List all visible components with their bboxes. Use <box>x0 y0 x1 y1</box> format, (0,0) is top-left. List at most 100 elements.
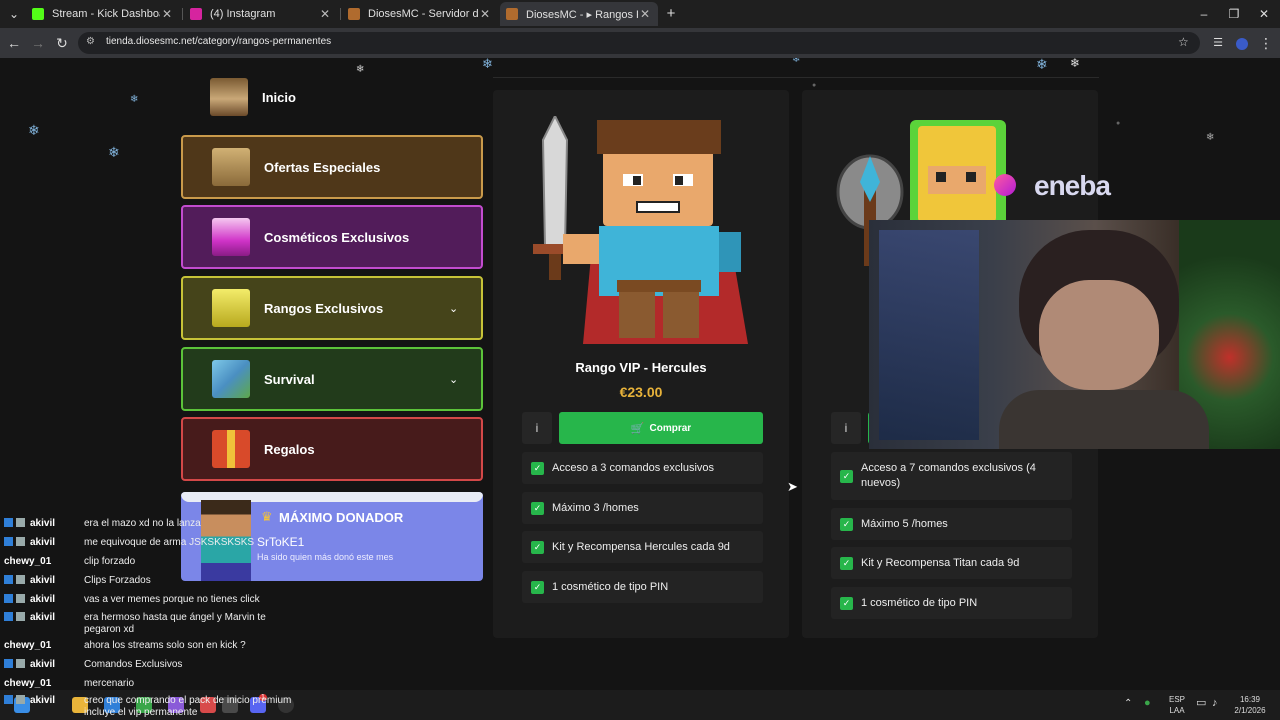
badge-icon <box>4 594 13 603</box>
eneba-logo-icon <box>994 174 1016 196</box>
sidebar-item-label: Inicio <box>262 89 296 105</box>
bookmark-star-icon[interactable]: ☆ <box>1178 35 1189 49</box>
sidebar-item-regalos[interactable]: Regalos <box>181 417 483 481</box>
tab-instagram[interactable]: (4) Instagram ✕ <box>184 2 338 26</box>
checkbox-icon: ✓ <box>840 517 853 531</box>
sidebar-item-cosmeticos-exclusivos[interactable]: Cosméticos Exclusivos <box>181 205 483 269</box>
sidebar-item-inicio[interactable]: Inicio <box>181 70 483 124</box>
close-tab-icon[interactable]: ✕ <box>318 7 332 21</box>
reload-button[interactable]: ↻ <box>52 33 72 53</box>
close-window-button[interactable]: ✕ <box>1254 5 1274 23</box>
back-button[interactable]: ← <box>4 33 24 53</box>
sidebar-item-survival[interactable]: Survival ⌄ <box>181 347 483 411</box>
chat-message: akivil era el mazo xd no la lanza <box>4 518 304 530</box>
webcam-poster <box>879 230 979 440</box>
chevron-down-icon[interactable]: ⌄ <box>449 302 469 315</box>
sponsor-logo: eneba <box>994 168 1144 202</box>
snowflake-icon: ● <box>812 82 817 89</box>
minimize-button[interactable]: – <box>1194 5 1214 23</box>
snowflake-icon: ❄ <box>108 144 120 160</box>
info-button[interactable]: i <box>522 412 552 444</box>
chat-message: akivil vas a ver memes porque no tienes … <box>4 594 304 606</box>
restore-button[interactable]: ❐ <box>1224 5 1244 23</box>
tab-kick-dashboard[interactable]: Stream - Kick Dashboard ✕ <box>26 2 180 26</box>
diosesmc-icon <box>506 8 518 20</box>
chat-username: chewy_01 <box>4 556 52 567</box>
chat-message: chewy_01 clip forzado <box>4 556 304 568</box>
sidebar-item-rangos-exclusivos[interactable]: Rangos Exclusivos ⌄ <box>181 276 483 340</box>
buy-button[interactable]: 🛒 Comprar <box>559 412 763 444</box>
checkbox-icon: ✓ <box>531 501 544 515</box>
close-tab-icon[interactable]: ✕ <box>478 7 492 21</box>
checkbox-icon: ✓ <box>531 540 544 554</box>
checkbox-icon: ✓ <box>531 580 544 594</box>
snowflake-icon: ❄ <box>130 94 139 105</box>
gift-icon <box>212 430 250 468</box>
microphone-icon[interactable]: ● <box>1144 698 1151 709</box>
checkbox-icon: ✓ <box>840 469 853 483</box>
webcam-person-body <box>999 390 1209 449</box>
forward-button[interactable]: → <box>28 33 48 53</box>
chat-text: clip forzado <box>84 556 136 567</box>
browser-tab-bar: ⌄ Stream - Kick Dashboard ✕ (4) Instagra… <box>0 0 1280 28</box>
product-card-hercules: Rango VIP - Hercules €23.00 i 🛒 Comprar … <box>493 90 789 638</box>
close-tab-icon[interactable]: ✕ <box>638 7 652 21</box>
checkbox-icon: ✓ <box>840 596 853 610</box>
feature-text: Acceso a 7 comandos exclusivos (4 nuevos… <box>861 462 1036 489</box>
url-field[interactable]: ⚙ tienda.diosesmc.net/category/rangos-pe… <box>78 32 1200 54</box>
chat-message: akivil Comandos Exclusivos <box>4 659 304 671</box>
tab-search-button[interactable]: ⌄ <box>4 5 24 23</box>
tab-rangos-permanentes[interactable]: DiosesMC - ▸ Rangos Permanen ✕ <box>500 2 658 26</box>
badge-icon <box>16 659 25 668</box>
chat-text: era hermoso hasta que ángel y Marvin te … <box>84 612 266 635</box>
sidebar-item-label: Rangos Exclusivos <box>264 300 384 316</box>
new-tab-button[interactable]: + <box>661 5 681 23</box>
tab-diosesmc-server[interactable]: DiosesMC - Servidor de Minecra ✕ <box>342 2 498 26</box>
badge-icon <box>4 695 13 704</box>
chat-username: akivil <box>30 575 56 586</box>
chevron-down-icon[interactable]: ⌄ <box>449 373 469 386</box>
webcam-overlay <box>869 220 1280 449</box>
snowflake-icon: ❄ <box>1206 132 1215 143</box>
chevron-up-icon[interactable]: ⌃ <box>1124 699 1132 709</box>
top-divider <box>493 58 1099 78</box>
chat-username: chewy_01 <box>4 678 52 689</box>
feature-item: ✓ Acceso a 7 comandos exclusivos (4 nuev… <box>831 452 1072 500</box>
chest-head-icon <box>210 78 248 116</box>
menu-button[interactable]: ⋮ <box>1256 33 1276 53</box>
site-info-icon[interactable]: ⚙ <box>86 36 95 47</box>
chat-text: vas a ver memes porque no tienes click <box>84 594 260 605</box>
profile-avatar[interactable] <box>1232 33 1252 53</box>
address-bar: ← → ↻ ⚙ tienda.diosesmc.net/category/ran… <box>0 28 1280 58</box>
chat-message: chewy_01 mercenario <box>4 678 304 690</box>
badge-icon <box>16 695 25 704</box>
close-tab-icon[interactable]: ✕ <box>160 7 174 21</box>
sidebar-item-label: Cosméticos Exclusivos <box>264 229 410 245</box>
clock-date[interactable]: 2/1/2026 <box>1232 706 1268 716</box>
feature-text: 1 cosmético de tipo PIN <box>552 580 669 593</box>
chat-message: akivil era hermoso hasta que ángel y Mar… <box>4 612 304 636</box>
clock-time[interactable]: 16:39 <box>1232 695 1268 705</box>
badge-icon <box>4 518 13 527</box>
reading-list-icon[interactable]: ☰ <box>1208 33 1228 53</box>
feature-item: ✓ 1 cosmético de tipo PIN <box>831 587 1072 619</box>
snowflake-icon: ● <box>1116 120 1121 127</box>
sidebar-item-label: Survival <box>264 371 315 387</box>
tab-title: DiosesMC - ▸ Rangos Permanen <box>526 8 638 21</box>
badge-icon <box>4 537 13 546</box>
badge-icon <box>4 575 13 584</box>
volume-icon[interactable]: ♪ <box>1212 698 1218 709</box>
chat-username: akivil <box>30 518 56 529</box>
keyboard-layout-indicator[interactable]: LAA <box>1166 706 1188 716</box>
cart-icon: 🛒 <box>630 422 645 435</box>
network-icon[interactable]: ▭ <box>1196 698 1206 709</box>
cosmetic-box-icon <box>212 218 250 256</box>
info-button[interactable]: i <box>831 412 861 444</box>
product-price: €23.00 <box>619 384 663 400</box>
language-indicator[interactable]: ESP <box>1166 695 1188 705</box>
feature-text: Acceso a 3 comandos exclusivos <box>552 461 715 474</box>
feature-text: Kit y Recompensa Hercules cada 9d <box>552 540 730 553</box>
sidebar-item-ofertas-especiales[interactable]: Ofertas Especiales <box>181 135 483 199</box>
treasure-chest-icon <box>212 148 250 186</box>
chat-username: akivil <box>30 594 56 605</box>
